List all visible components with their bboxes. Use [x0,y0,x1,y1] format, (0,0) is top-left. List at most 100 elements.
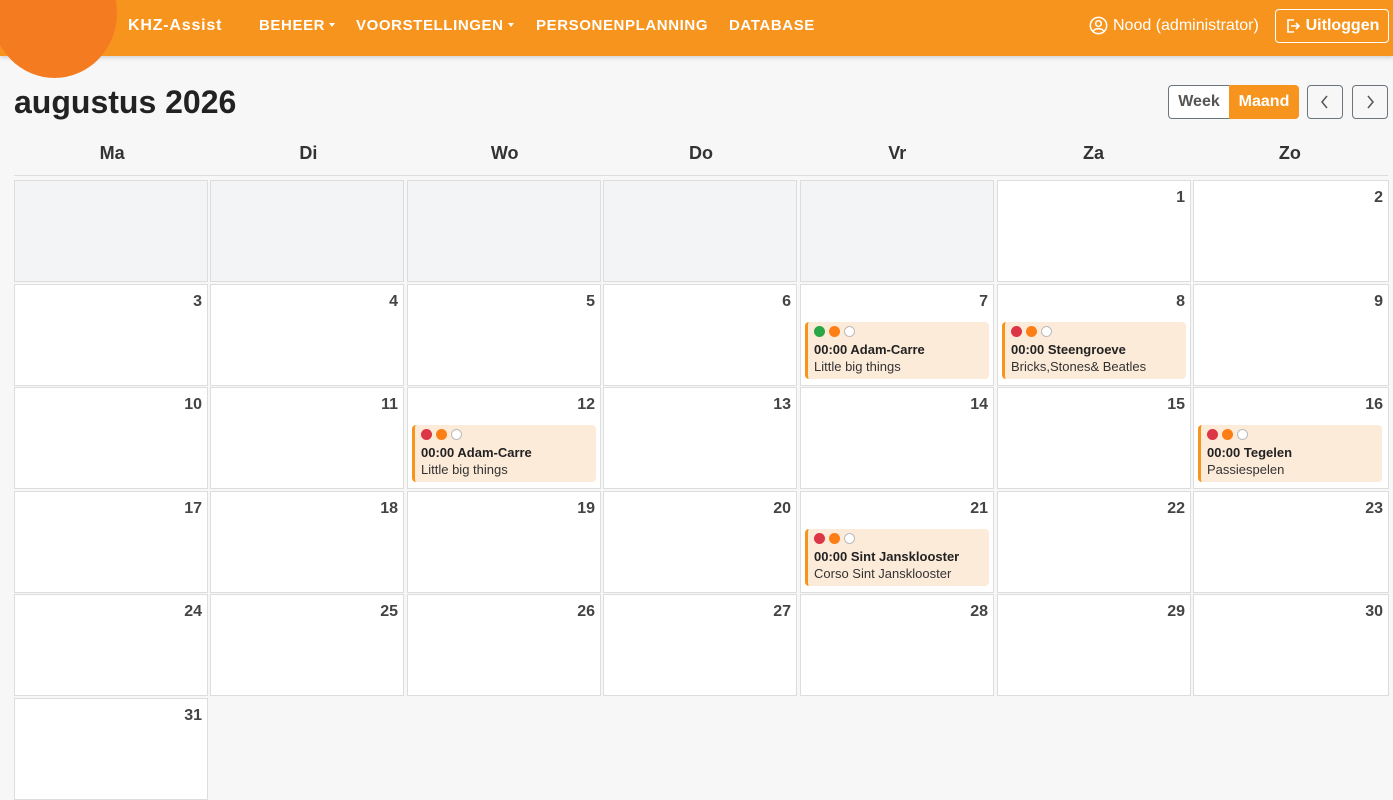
calendar-day-cell[interactable]: 24 [14,594,208,696]
day-number: 1 [1176,189,1185,206]
day-number: 23 [1365,500,1383,517]
user-menu[interactable]: Nood (administrator) [1089,16,1259,35]
calendar-day-cell[interactable]: 14 [800,387,994,489]
event-title: 00:00 Tegelen [1207,445,1293,460]
week-view-button[interactable]: Week [1168,85,1229,119]
calendar-day-cell[interactable]: 29 [997,594,1191,696]
month-view-button[interactable]: Maand [1229,85,1299,119]
day-number: 26 [577,603,595,620]
nav-beheer-label: BEHEER [259,17,326,34]
calendar-day-cell[interactable]: 21 00:00 Sint Jansklooster Corso Sint Jans… [800,491,994,593]
calendar-day-cell[interactable]: 8 00:00 Steengroeve Bricks,Stones& Beatles [997,284,1191,386]
event-subtitle: Bricks,Stones& Beatles [1011,359,1147,374]
calendar-day-cell[interactable]: 7 00:00 Adam-Carre Little big things [800,284,994,386]
calendar-event[interactable]: 00:00 Adam-Carre Little big things [412,425,596,482]
calendar-day-cell[interactable]: 17 [14,491,208,593]
day-number: 2 [1374,189,1383,206]
status-dot-icon [844,325,855,337]
nav-voorstellingen[interactable]: VOORSTELLINGEN [356,17,514,34]
calendar-day-cell[interactable]: 1 [997,180,1191,282]
day-number: 6 [782,293,791,310]
weekday-label: Za [1083,143,1105,163]
day-number: 3 [193,293,202,310]
calendar-event[interactable]: 00:00 Sint Jansklooster Corso Sint Janskl… [805,529,989,586]
day-number: 5 [586,293,595,310]
calendar-day-cell[interactable]: 6 [603,284,797,386]
calendar-day-cell[interactable]: 20 [603,491,797,593]
calendar-cell-empty [603,180,797,282]
day-number: 17 [184,500,202,517]
day-number: 18 [380,500,398,517]
logout-label: Uitloggen [1305,17,1380,34]
status-dot-icon [1011,325,1022,337]
calendar-event[interactable]: 00:00 Steengroeve Bricks,Stones& Beatles [1002,322,1186,379]
weekday-label: Zo [1278,143,1301,163]
status-dot-icon [1026,325,1037,337]
day-number: 7 [979,293,988,310]
nav-beheer[interactable]: BEHEER [259,17,336,34]
day-number: 10 [184,396,202,413]
status-indicators [1207,428,1382,440]
calendar-day-cell[interactable]: 18 [210,491,404,593]
logout-button[interactable]: Uitloggen [1275,9,1389,43]
calendar-day-cell[interactable]: 16 00:00 Tegelen Passiespelen [1193,387,1389,489]
day-number: 30 [1365,603,1383,620]
event-subtitle: Passiespelen [1207,462,1285,477]
calendar-day-cell[interactable]: 22 [997,491,1191,593]
status-dot-icon [451,428,462,440]
calendar-day-cell[interactable]: 10 [14,387,208,489]
weekday-label: Do [688,143,713,163]
calendar-day-cell[interactable]: 4 [210,284,404,386]
calendar-day-cell[interactable]: 13 [603,387,797,489]
event-subtitle: Corso Sint Jansklooster [814,566,952,581]
calendar-cell-empty [800,180,994,282]
calendar-day-cell[interactable]: 2 [1193,180,1389,282]
brand-blob [0,0,117,78]
status-indicators [1011,325,1186,337]
day-number: 13 [773,396,791,413]
day-number: 27 [773,603,791,620]
calendar-event[interactable]: 00:00 Adam-Carre Little big things [805,322,989,379]
day-number: 16 [1365,396,1383,413]
brand-logo[interactable]: KHZ-Assist [128,17,222,35]
weekday-label: Di [299,143,318,163]
calendar-day-cell[interactable]: 3 [14,284,208,386]
calendar-day-cell[interactable]: 11 [210,387,404,489]
nav-personenplanning[interactable]: PERSONENPLANNING [536,17,708,34]
event-title: 00:00 Steengroeve [1011,342,1126,357]
status-dot-icon [829,325,840,337]
weekday-label: Vr [888,143,907,163]
calendar-day-cell[interactable]: 25 [210,594,404,696]
weekday-label: Ma [99,143,125,163]
caret-down-icon [507,23,514,27]
day-number: 22 [1167,500,1185,517]
status-dot-icon [421,428,432,440]
event-subtitle: Little big things [814,359,901,374]
calendar-event[interactable]: 00:00 Tegelen Passiespelen [1198,425,1382,482]
calendar-day-cell[interactable]: 27 [603,594,797,696]
view-toggle: Week Maand [1168,85,1299,119]
calendar-day-cell[interactable]: 31 [14,698,208,800]
calendar-day-cell[interactable]: 28 [800,594,994,696]
calendar-day-cell[interactable]: 9 [1193,284,1389,386]
status-dot-icon [1237,428,1248,440]
nav-database[interactable]: DATABASE [729,17,815,34]
calendar-day-cell[interactable]: 15 [997,387,1191,489]
status-dot-icon [436,428,447,440]
calendar-day-cell[interactable]: 26 [407,594,601,696]
calendar-day-cell[interactable]: 5 [407,284,601,386]
calendar-day-cell[interactable]: 19 [407,491,601,593]
prev-month-button[interactable] [1307,85,1343,119]
user-circle-icon [1089,16,1108,35]
calendar-day-cell[interactable]: 23 [1193,491,1389,593]
chevron-right-icon [1367,95,1374,109]
status-dot-icon [829,532,840,544]
next-month-button[interactable] [1352,85,1388,119]
calendar-day-cell[interactable]: 12 00:00 Adam-Carre Little big things [407,387,601,489]
event-title: 00:00 Adam-Carre [421,445,532,460]
status-dot-icon [814,325,825,337]
status-dot-icon [1207,428,1218,440]
day-number: 15 [1167,396,1185,413]
calendar-day-cell[interactable]: 30 [1193,594,1389,696]
day-number: 31 [184,707,202,724]
